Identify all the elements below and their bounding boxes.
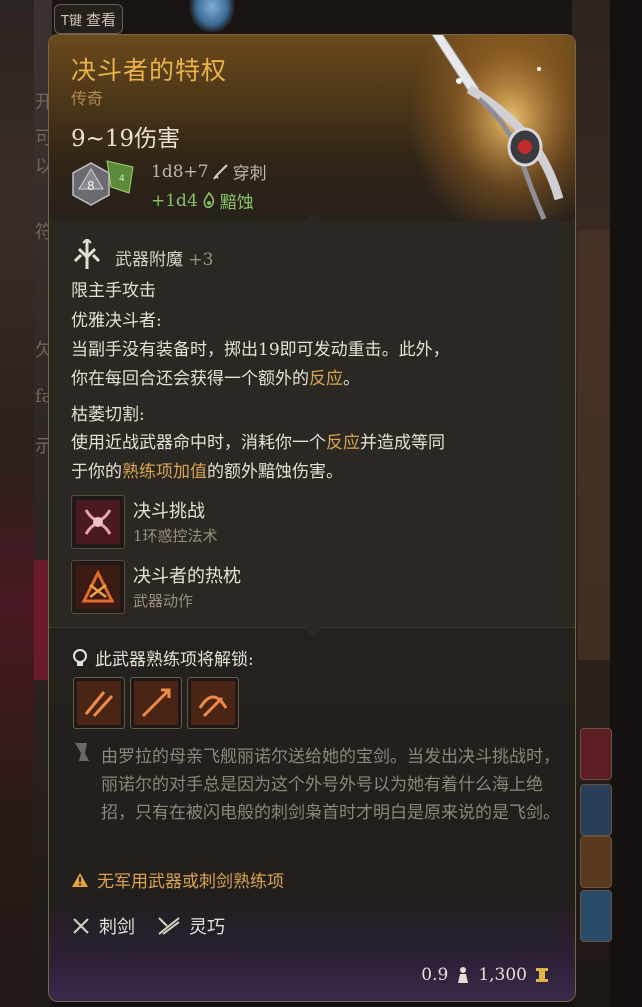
skill-type: 1环惑控法术 (133, 527, 218, 545)
lore-text: 由罗拉的母亲飞舰丽诺尔送给她的宝剑。当发出决斗挑战时，丽诺尔的对手总是因为这个外… (101, 747, 560, 823)
bonus-damage-type: 黯蚀 (219, 193, 254, 213)
bonus-damage-dice: +1d4 (151, 190, 198, 211)
inspect-label: 查看 (85, 10, 116, 29)
item-name: 决斗者的特权 (71, 56, 228, 85)
hotbar-slot[interactable] (580, 728, 612, 780)
property-label: 刺剑 (99, 917, 135, 938)
proficiency-unlock: 此武器熟练项将解锁: (71, 645, 254, 670)
damage-dice-icon: 4 (72, 160, 134, 206)
keyword-reaction[interactable]: 反应 (326, 433, 360, 453)
piercing-strike-icon[interactable] (130, 677, 182, 729)
necrotic-icon (203, 191, 214, 208)
piercing-icon (212, 163, 228, 180)
item-rarity: 传奇 (71, 89, 104, 108)
property-label: 灵巧 (189, 917, 225, 938)
flourish-icon[interactable] (187, 677, 239, 729)
enchantment-icon (73, 239, 101, 269)
base-damage: 1d8+7 穿刺 (151, 159, 267, 185)
hotbar-slot[interactable] (580, 890, 612, 942)
enchantment: 武器附魔 +3 (115, 245, 213, 270)
passive-text: 于你的熟练项加值的额外黯蚀伤害。 (71, 462, 343, 482)
unlock-label: 此武器熟练项将解锁: (95, 650, 254, 670)
lightbulb-icon (73, 648, 87, 666)
warning-text: 无军用武器或刺剑熟练项 (97, 872, 284, 892)
skill-duelist-zeal[interactable]: 决斗者的热枕 武器动作 (71, 560, 471, 614)
passive-title: 枯萎切割: (71, 405, 145, 425)
skill-name: 决斗挑战 (133, 501, 205, 522)
gold-coin-icon (536, 968, 548, 982)
right-background (572, 0, 642, 1007)
svg-text:4: 4 (119, 174, 125, 184)
item-footer: 0.9 1,300 (421, 965, 549, 985)
keyword-reaction[interactable]: 反应 (309, 369, 343, 389)
key-label: T键 (61, 13, 82, 29)
skill-name: 决斗者的热枕 (133, 566, 241, 587)
hotbar-slot[interactable] (580, 784, 612, 836)
die-value: 8 (87, 179, 95, 193)
skill-type: 武器动作 (133, 592, 194, 610)
weapon-icon (409, 35, 575, 229)
property-finesse[interactable]: 灵巧 (157, 913, 225, 939)
restriction-text: 限主手攻击 (71, 281, 156, 301)
passive-text: 当副手没有装备时，掷出19即可发动重击。此外， (71, 340, 450, 360)
keyword-proficiency-bonus[interactable]: 熟练项加值 (122, 462, 207, 482)
base-damage-dice: 1d8+7 (151, 161, 209, 182)
passive-text: 使用近战武器命中时，消耗你一个反应并造成等同 (71, 433, 445, 453)
finesse-icon (158, 917, 180, 935)
proficiency-warning: 无军用武器或刺剑熟练项 (71, 867, 284, 892)
left-background: 开 可 以 符 欠 fa 示 (0, 0, 53, 1007)
enchantment-label: 武器附魔 (115, 250, 183, 270)
weight-icon (458, 967, 469, 983)
character-portrait (190, 0, 234, 32)
property-rapier[interactable]: 刺剑 (71, 913, 135, 939)
crossed-swords-icon (73, 918, 89, 934)
damage-range: 9~19伤害 (71, 126, 181, 152)
bonus-damage: +1d4 黯蚀 (151, 188, 254, 214)
inspect-prompt[interactable]: T键 查看 (54, 4, 123, 34)
enchantment-value: +3 (188, 250, 214, 270)
duel-challenge-icon (71, 495, 125, 549)
hotbar-slot[interactable] (580, 836, 612, 888)
warning-icon (72, 872, 88, 887)
lacerate-icon[interactable] (73, 677, 125, 729)
skill-duel-challenge[interactable]: 决斗挑战 1环惑控法术 (71, 495, 471, 549)
item-price: 1,300 (478, 965, 527, 985)
quill-icon (75, 743, 89, 761)
item-weight: 0.9 (421, 965, 449, 985)
passive-title: 优雅决斗者: (71, 311, 162, 331)
passive-text: 你在每回合还会获得一个额外的反应。 (71, 369, 360, 389)
base-damage-type: 穿刺 (232, 164, 267, 184)
item-tooltip: 决斗者的特权 传奇 9~19伤害 4 8 1d8+7 穿刺 +1d4 黯蚀 武器… (48, 34, 576, 1002)
duelist-zeal-icon (71, 560, 125, 614)
